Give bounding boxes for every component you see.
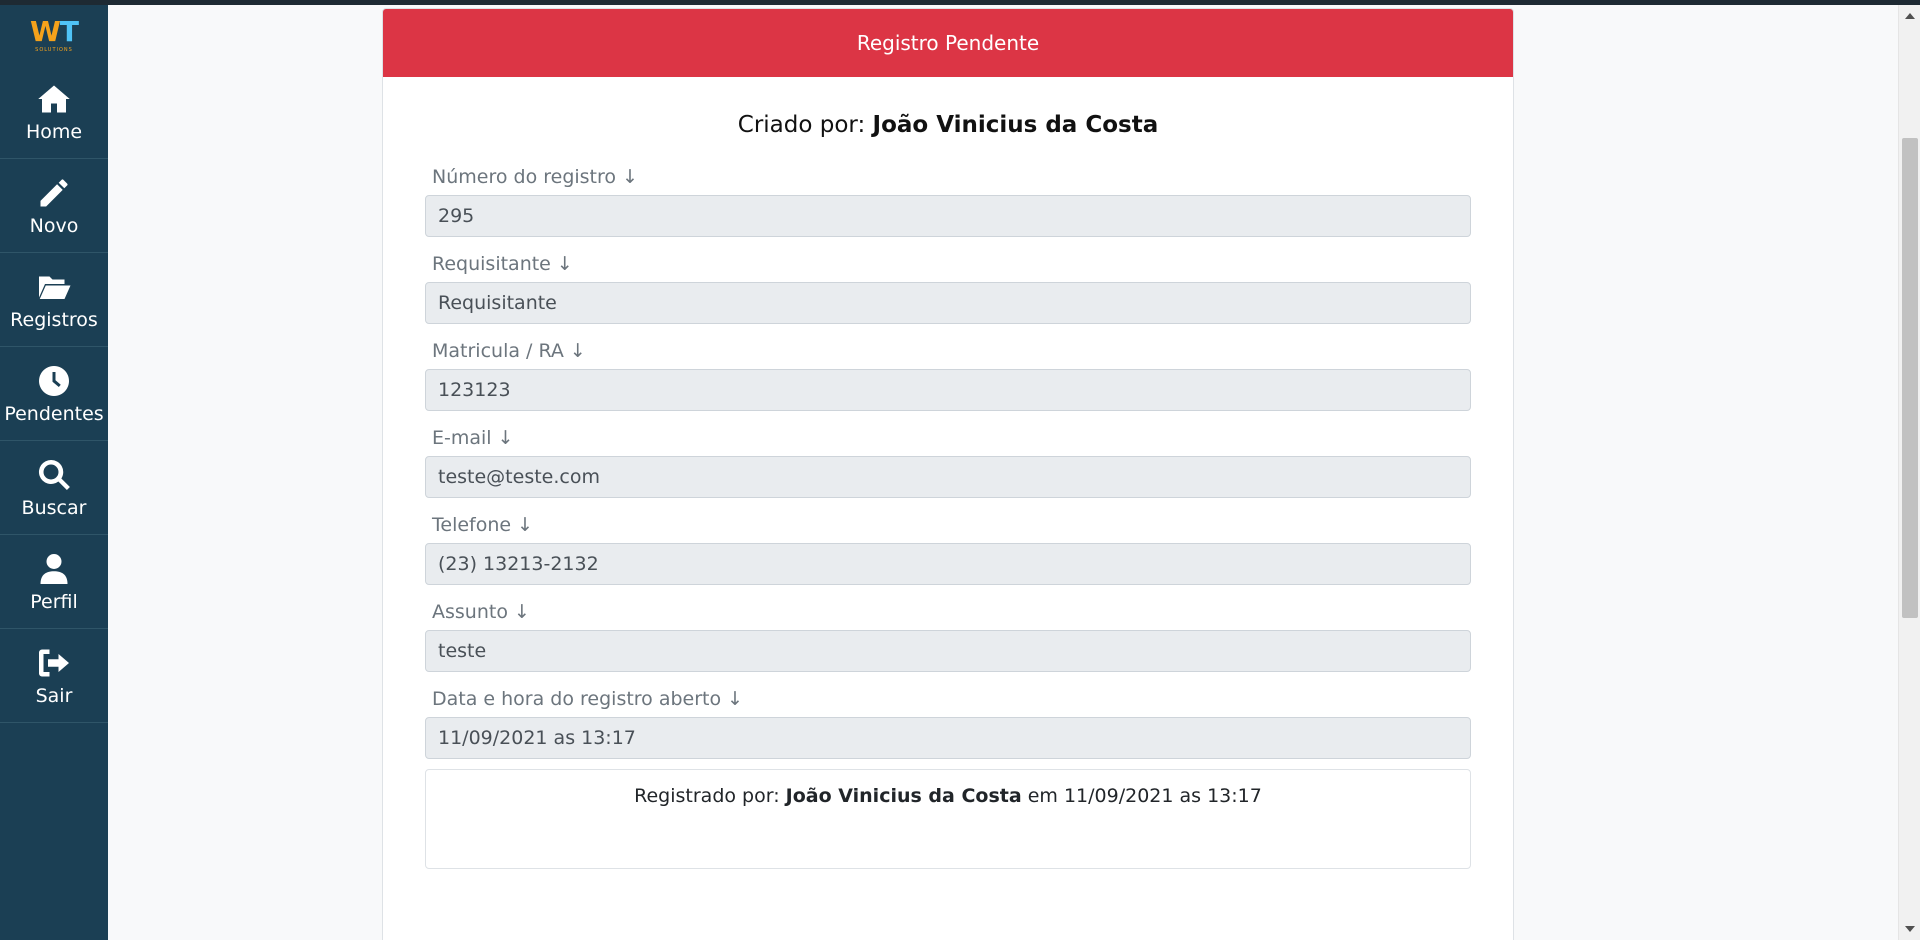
field-label: Data e hora do registro aberto ↓ (432, 688, 744, 710)
field-requisitante: Requisitante ↓ Requisitante (425, 251, 1471, 324)
home-icon (35, 80, 73, 118)
sidebar-item-novo[interactable]: Novo (0, 159, 108, 253)
sidebar: WT SOLUTIONS Home Novo Registros Pendent… (0, 5, 108, 940)
sidebar-item-registros[interactable]: Registros (0, 253, 108, 347)
page-scrollbar[interactable] (1898, 5, 1920, 940)
registered-by-name: João Vinicius da Costa (785, 785, 1022, 807)
sidebar-item-home[interactable]: Home (0, 65, 108, 159)
sidebar-item-buscar[interactable]: Buscar (0, 441, 108, 535)
data-hora-input[interactable]: 11/09/2021 as 13:17 (425, 717, 1471, 759)
created-by: Criado por: João Vinicius da Costa (383, 112, 1513, 142)
created-by-name: João Vinicius da Costa (872, 112, 1159, 138)
field-matricula: Matricula / RA ↓ 123123 (425, 338, 1471, 411)
email-input[interactable]: teste@teste.com (425, 456, 1471, 498)
clock-icon (35, 362, 73, 400)
created-by-label: Criado por: (737, 112, 873, 138)
sidebar-item-label: Novo (29, 215, 79, 237)
sidebar-item-label: Buscar (21, 497, 87, 519)
record-form: Número do registro ↓ 295 Requisitante ↓ … (383, 164, 1513, 759)
window-top-bar (0, 0, 1920, 5)
numero-registro-input[interactable]: 295 (425, 195, 1471, 237)
telefone-input[interactable]: (23) 13213-2132 (425, 543, 1471, 585)
field-label: E-mail ↓ (432, 427, 514, 449)
sidebar-item-label: Home (25, 121, 83, 143)
pencil-icon (35, 174, 73, 212)
field-data-hora: Data e hora do registro aberto ↓ 11/09/2… (425, 686, 1471, 759)
logo-subtitle: SOLUTIONS (35, 46, 73, 53)
sidebar-item-perfil[interactable]: Perfil (0, 535, 108, 629)
field-telefone: Telefone ↓ (23) 13213-2132 (425, 512, 1471, 585)
field-label: Telefone ↓ (432, 514, 534, 536)
assunto-input[interactable]: teste (425, 630, 1471, 672)
field-label: Número do registro ↓ (432, 166, 638, 188)
scroll-down-arrow-icon[interactable] (1905, 926, 1915, 932)
registered-by-suffix: em 11/09/2021 as 13:17 (1021, 785, 1262, 807)
sidebar-item-label: Perfil (30, 591, 78, 613)
sidebar-item-pendentes[interactable]: Pendentes (0, 347, 108, 441)
sidebar-item-label: Sair (35, 685, 73, 707)
registered-by-box: Registrado por: João Vinicius da Costa e… (425, 769, 1471, 869)
scroll-thumb[interactable] (1902, 138, 1918, 618)
sidebar-item-sair[interactable]: Sair (0, 629, 108, 723)
logo-wordmark: WT (30, 14, 79, 48)
field-label: Requisitante ↓ (432, 253, 573, 275)
field-label: Matricula / RA ↓ (432, 340, 586, 362)
user-icon (35, 550, 73, 588)
card-header: Registro Pendente (383, 9, 1513, 77)
logo[interactable]: WT SOLUTIONS (0, 5, 108, 65)
sidebar-item-label: Pendentes (4, 403, 104, 425)
field-numero-registro: Número do registro ↓ 295 (425, 164, 1471, 237)
field-label: Assunto ↓ (432, 601, 530, 623)
matricula-input[interactable]: 123123 (425, 369, 1471, 411)
sign-out-icon (35, 644, 73, 682)
requisitante-input[interactable]: Requisitante (425, 282, 1471, 324)
folder-open-icon (35, 268, 73, 306)
pending-record-card: Registro Pendente Criado por: João Vinic… (382, 8, 1514, 940)
search-icon (35, 456, 73, 494)
registered-by-prefix: Registrado por: (634, 785, 786, 807)
sidebar-item-label: Registros (10, 309, 98, 331)
field-assunto: Assunto ↓ teste (425, 599, 1471, 672)
field-email: E-mail ↓ teste@teste.com (425, 425, 1471, 498)
scroll-up-arrow-icon[interactable] (1905, 13, 1915, 19)
